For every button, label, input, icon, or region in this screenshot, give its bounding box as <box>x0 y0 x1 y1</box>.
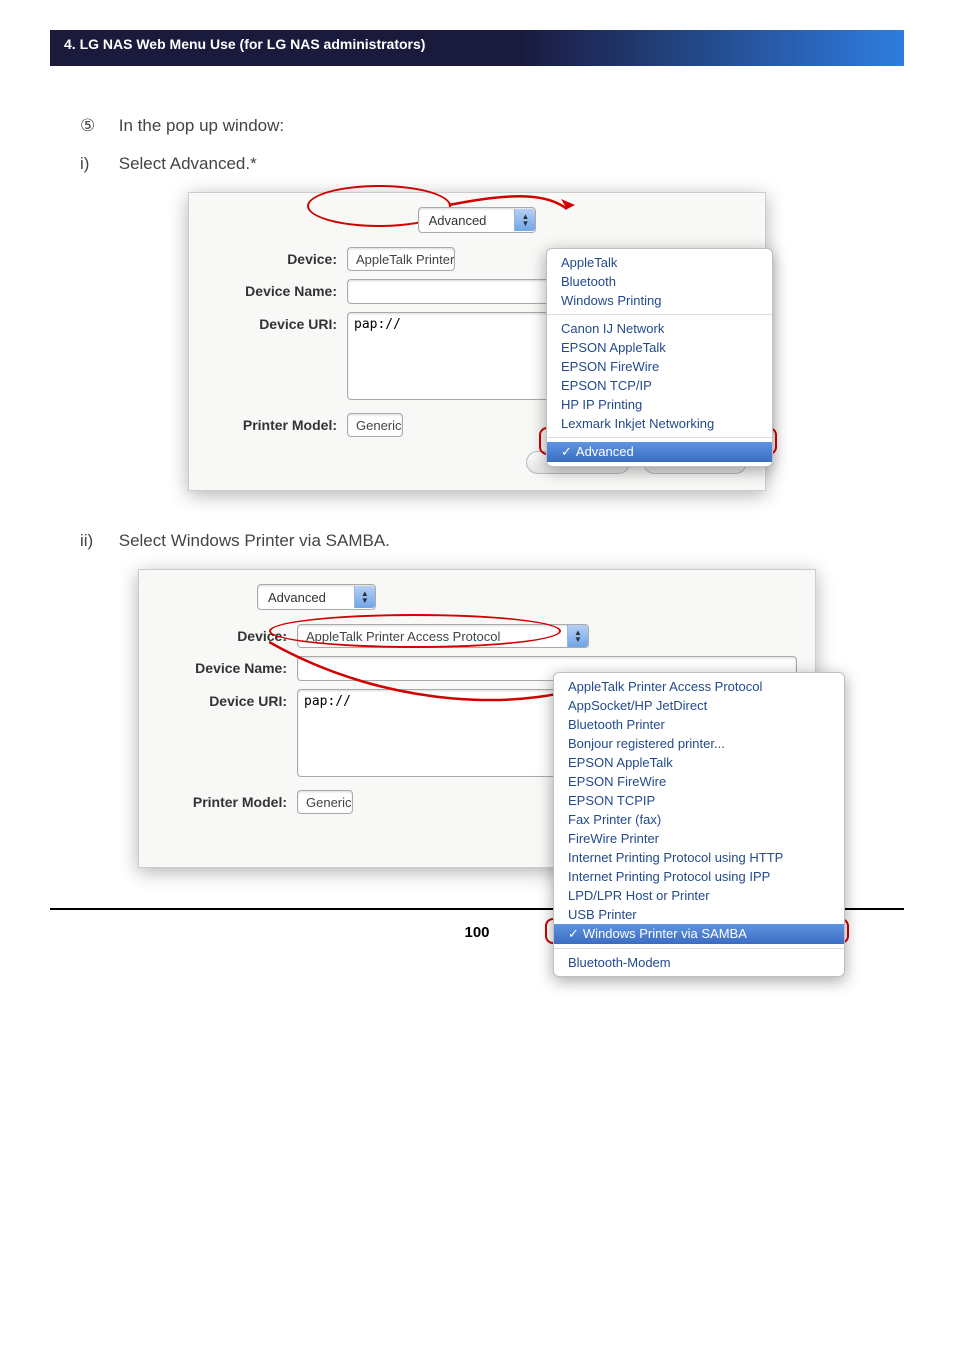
menu-item[interactable]: Internet Printing Protocol using HTTP <box>554 848 844 867</box>
check-icon: ✓ <box>561 444 572 459</box>
menu-item[interactable]: Bonjour registered printer... <box>554 734 844 753</box>
menu-selected-label-2: Windows Printer via SAMBA <box>583 926 747 941</box>
menu-item[interactable]: Internet Printing Protocol using IPP <box>554 867 844 886</box>
step-5-text: In the pop up window: <box>119 116 284 135</box>
screenshot-2-wrap: Advanced ▲▼ Device: AppleTalk Printer Ac… <box>80 569 874 868</box>
step-5: ⑤ In the pop up window: <box>80 116 874 136</box>
menu-item[interactable]: Windows Printing <box>547 291 772 310</box>
printer-model-value: Generic <box>356 418 402 433</box>
print-dialog-2: Advanced ▲▼ Device: AppleTalk Printer Ac… <box>138 569 816 868</box>
chevron-up-down-icon: ▲▼ <box>567 625 588 647</box>
label-device-name-2: Device Name: <box>157 656 287 676</box>
step-i-marker: i) <box>80 154 114 174</box>
menu-selected-label: Advanced <box>576 444 634 459</box>
device-value-2: AppleTalk Printer Access Protocol <box>306 629 500 644</box>
device-dropdown-menu-2[interactable]: AppleTalk Printer Access Protocol AppSoc… <box>553 672 845 977</box>
menu-item[interactable]: Bluetooth-Modem <box>554 953 844 972</box>
chevron-up-down-icon: ▲▼ <box>514 209 535 231</box>
top-protocol-label: Advanced <box>419 213 515 228</box>
device-dropdown-menu-1[interactable]: AppleTalk Bluetooth Windows Printing Can… <box>546 248 773 467</box>
check-icon: ✓ <box>568 926 579 941</box>
menu-item[interactable]: Bluetooth <box>547 272 772 291</box>
menu-item-selected[interactable]: ✓ Advanced <box>547 442 772 462</box>
label-device-uri: Device URI: <box>207 312 337 332</box>
menu-item[interactable]: EPSON FireWire <box>554 772 844 791</box>
menu-item[interactable]: EPSON FireWire <box>547 357 772 376</box>
top-protocol-combo[interactable]: Advanced ▲▼ <box>418 207 537 233</box>
menu-item[interactable]: AppleTalk <box>547 253 772 272</box>
printer-model-combo[interactable]: Generic <box>347 413 403 437</box>
page-number: 100 <box>464 924 489 941</box>
menu-item[interactable]: LPD/LPR Host or Printer <box>554 886 844 905</box>
menu-item[interactable]: AppSocket/HP JetDirect <box>554 696 844 715</box>
label-device-uri-2: Device URI: <box>157 689 287 709</box>
print-dialog-1: Advanced ▲▼ Device: AppleTalk Printer De… <box>188 192 766 491</box>
printer-model-value-2: Generic <box>306 795 352 810</box>
top-protocol-label-2: Advanced <box>258 590 354 605</box>
step-ii: ii) Select Windows Printer via SAMBA. <box>80 531 874 551</box>
label-printer-model: Printer Model: <box>207 413 337 433</box>
menu-item[interactable]: HP IP Printing <box>547 395 772 414</box>
label-device-2: Device: <box>157 624 287 644</box>
chevron-up-down-icon: ▲▼ <box>354 586 375 608</box>
screenshot-1-wrap: Advanced ▲▼ Device: AppleTalk Printer De… <box>80 192 874 491</box>
menu-item[interactable]: Fax Printer (fax) <box>554 810 844 829</box>
top-combo-row: Advanced ▲▼ <box>207 207 747 233</box>
device-value: AppleTalk Printer <box>356 252 454 267</box>
label-device-name: Device Name: <box>207 279 337 299</box>
section-title: 4. LG NAS Web Menu Use (for LG NAS admin… <box>64 36 425 52</box>
device-combo[interactable]: AppleTalk Printer <box>347 247 455 271</box>
menu-item[interactable]: Canon IJ Network <box>547 319 772 338</box>
printer-model-combo-2[interactable]: Generic <box>297 790 353 814</box>
label-printer-model-2: Printer Model: <box>157 790 287 810</box>
device-combo-2[interactable]: AppleTalk Printer Access Protocol ▲▼ <box>297 624 589 648</box>
page-content: ⑤ In the pop up window: i) Select Advanc… <box>0 66 954 868</box>
menu-item[interactable]: EPSON AppleTalk <box>554 753 844 772</box>
section-header: 4. LG NAS Web Menu Use (for LG NAS admin… <box>50 30 904 66</box>
menu-item[interactable]: FireWire Printer <box>554 829 844 848</box>
step-i: i) Select Advanced.* <box>80 154 874 174</box>
menu-item[interactable]: Bluetooth Printer <box>554 715 844 734</box>
top-protocol-combo-2[interactable]: Advanced ▲▼ <box>257 584 376 610</box>
step-ii-text: Select Windows Printer via SAMBA. <box>119 531 390 550</box>
menu-item[interactable]: USB Printer <box>554 905 844 924</box>
menu-item[interactable]: EPSON AppleTalk <box>547 338 772 357</box>
menu-item[interactable]: Lexmark Inkjet Networking <box>547 414 772 433</box>
step-ii-marker: ii) <box>80 531 114 551</box>
top-combo-row-2: Advanced ▲▼ <box>157 584 797 610</box>
menu-item[interactable]: EPSON TCP/IP <box>547 376 772 395</box>
menu-item[interactable]: AppleTalk Printer Access Protocol <box>554 677 844 696</box>
menu-item[interactable]: EPSON TCPIP <box>554 791 844 810</box>
menu-item-selected-2[interactable]: ✓ Windows Printer via SAMBA <box>554 924 844 944</box>
step-5-marker: ⑤ <box>80 116 114 136</box>
label-device: Device: <box>207 247 337 267</box>
step-i-text: Select Advanced.* <box>119 154 257 173</box>
